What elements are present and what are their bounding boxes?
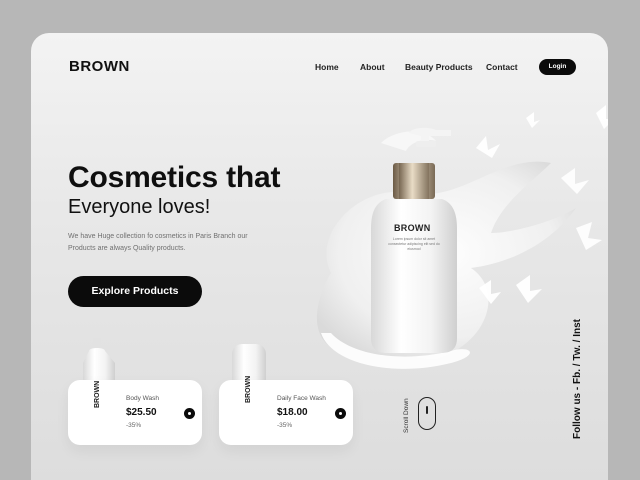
product-name: Body Wash <box>126 395 159 402</box>
hero-description: We have Huge collection fo cosmetics in … <box>68 233 248 252</box>
explore-products-button[interactable]: Explore Products <box>68 276 202 307</box>
hero-subtitle: Everyone loves! <box>68 196 211 218</box>
cart-dot-icon[interactable] <box>335 408 346 419</box>
brand-logo[interactable]: BROWN <box>69 58 130 75</box>
product-discount: -35% <box>277 422 293 429</box>
hero-title: Cosmetics that <box>68 161 281 194</box>
social-links[interactable]: Follow us - Fb. / Tw. / Inst <box>572 319 583 439</box>
scroll-down-label: Scroll Down <box>403 398 410 433</box>
product-card-body-wash[interactable]: Body Wash $25.50 -35% <box>68 380 202 445</box>
nav-home[interactable]: Home <box>315 62 339 72</box>
product-discount: -35% <box>126 422 142 429</box>
product-price: $18.00 <box>277 407 308 418</box>
nav-beauty-products[interactable]: Beauty Products <box>405 62 473 72</box>
landing-page: BROWN Home About Beauty Products Contact… <box>31 33 608 480</box>
product-price: $25.50 <box>126 407 157 418</box>
product-name: Daily Face Wash <box>277 395 326 402</box>
cart-dot-icon[interactable] <box>184 408 195 419</box>
product-card-face-wash[interactable]: Daily Face Wash $18.00 -35% <box>219 380 353 445</box>
nav-contact[interactable]: Contact <box>486 62 518 72</box>
hero-bottle-text: Lorem ipsum dolor sit amet consectetur a… <box>388 237 440 251</box>
body-wash-bottle-brand: BROWN <box>94 380 101 408</box>
login-button[interactable]: Login <box>539 59 576 75</box>
hero-bottle-brand: BROWN <box>394 223 431 233</box>
nav-about[interactable]: About <box>360 62 385 72</box>
face-wash-bottle-brand: BROWN <box>245 375 252 403</box>
mouse-scroll-icon[interactable] <box>418 397 436 430</box>
